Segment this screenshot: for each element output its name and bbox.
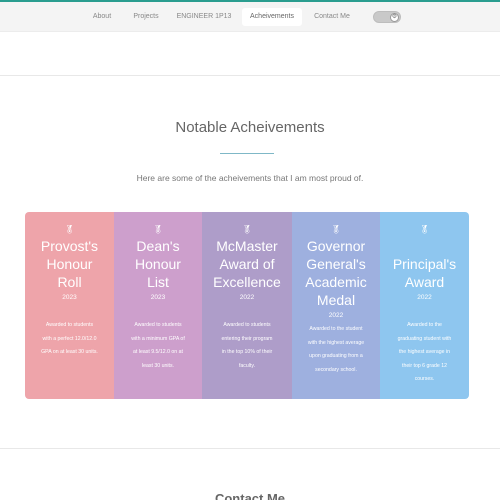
card-year: 2023	[62, 294, 77, 301]
award-icon: 🏅︎	[330, 225, 342, 234]
navbar: About Projects ENGINEER 1P13 Acheivement…	[0, 2, 500, 32]
award-icon: 🏅︎	[241, 225, 253, 234]
card-year: 2023	[150, 294, 166, 301]
card-title: Dean's Honour List	[135, 238, 181, 290]
card-description: Awarded to students entering their progr…	[221, 322, 273, 369]
card-description: Awarded to the student with the highest …	[307, 326, 365, 373]
card-description: Awarded to students with a perfect 12.0/…	[41, 322, 98, 355]
card-title: Provost's Honour Roll	[40, 238, 99, 290]
achievement-card-deans-honour-list: 🏅︎ Dean's Honour List 2023 Awarded to st…	[114, 212, 202, 399]
nav-link-contact-me[interactable]: Contact Me	[308, 8, 356, 26]
nav-link-projects[interactable]: Projects	[126, 8, 166, 26]
card-year: 2022	[417, 294, 432, 301]
award-icon: 🏅︎	[152, 225, 164, 234]
card-description: Awarded to students with a minimum GPA o…	[131, 322, 185, 369]
achievement-card-principals-award: 🏅︎ Principal's Award 2022 Awarded to the…	[380, 212, 469, 399]
achievement-card-governor-generals-academic-medal: 🏅︎ Governor General's Academic Medal 202…	[292, 212, 380, 399]
nav-link-acheivements[interactable]: Acheivements	[242, 8, 302, 26]
achievement-card-provosts-honour-roll: 🏅︎ Provost's Honour Roll 2023 Awarded to…	[25, 212, 114, 399]
award-icon: 🏅︎	[419, 225, 430, 234]
title-underline	[220, 153, 274, 154]
award-icon: 🏅︎	[64, 225, 75, 234]
section-subtitle: Here are some of the acheivements that I…	[136, 173, 364, 183]
contact-heading: Contact Me	[214, 491, 286, 500]
gear-icon: ⚙	[390, 13, 399, 22]
section-title: Notable Acheivements	[175, 119, 325, 136]
section-divider-top	[0, 75, 500, 76]
card-year: 2022	[239, 294, 255, 301]
nav-link-about[interactable]: About	[84, 8, 120, 26]
card-title: Governor General's Academic Medal	[305, 238, 367, 308]
card-title: Principal's Award	[392, 256, 457, 290]
card-year: 2022	[328, 312, 344, 319]
section-divider-bottom	[0, 448, 500, 449]
achievement-cards: 🏅︎ Provost's Honour Roll 2023 Awarded to…	[25, 212, 469, 399]
card-description: Awarded to the graduating student with t…	[397, 322, 452, 382]
theme-toggle[interactable]: ⚙	[373, 11, 401, 23]
card-title: McMaster Award of Excellence	[213, 238, 281, 290]
nav-link-engineer-1p13[interactable]: ENGINEER 1P13	[172, 8, 236, 26]
achievement-card-mcmaster-award-of-excellence: 🏅︎ McMaster Award of Excellence 2022 Awa…	[202, 212, 292, 399]
